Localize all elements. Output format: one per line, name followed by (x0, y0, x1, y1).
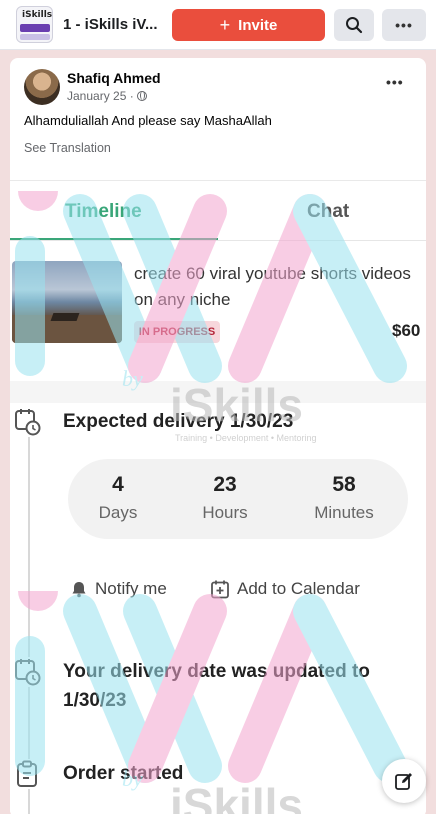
globe-icon (136, 91, 147, 101)
post-card: Shafiq Ahmed January 25 · ••• Alhamdulia… (10, 58, 426, 814)
clipboard-icon (14, 759, 42, 789)
section-divider (10, 381, 426, 403)
invite-label: Invite (238, 16, 278, 34)
timeline-line (28, 421, 30, 814)
countdown-minutes-label: Minutes (314, 503, 374, 522)
countdown-minutes: 58 Minutes (304, 473, 384, 523)
timeline-expected-delivery: Expected delivery 1/30/23 (63, 411, 294, 432)
countdown-days-label: Days (98, 503, 138, 522)
app-tabs: Timeline Chat (10, 181, 426, 241)
tab-timeline: Timeline (65, 201, 142, 222)
tabs-divider (10, 240, 426, 241)
countdown-hours: 23 Hours (185, 473, 265, 523)
plus-icon: + (219, 15, 231, 35)
watermark-brand: iSkills (170, 779, 303, 814)
post-author[interactable]: Shafiq Ahmed (67, 70, 161, 86)
post-image[interactable]: Timeline Chat create 60 viral youtube sh… (10, 180, 426, 814)
group-thumbnail-text: iSkills (22, 10, 53, 20)
see-translation-link[interactable]: See Translation (24, 141, 111, 155)
group-thumbnail-band-light (20, 34, 50, 40)
post-text: Alhamduliallah And please say MashaAllah (24, 113, 272, 128)
more-dots-icon: ••• (395, 17, 413, 33)
group-thumbnail-band (20, 24, 50, 32)
top-bar: iSkills 1 - iSkills iV... + Invite ••• (0, 0, 436, 50)
countdown-days: 4 Days (78, 473, 158, 523)
more-button[interactable]: ••• (382, 9, 426, 41)
post-date-text[interactable]: January 25 · (67, 89, 134, 103)
bell-icon (72, 582, 86, 598)
search-icon (346, 17, 363, 34)
invite-button[interactable]: + Invite (172, 9, 325, 41)
order-title: create 60 viral youtube shorts videos on… (134, 264, 411, 309)
countdown-hours-label: Hours (202, 503, 248, 522)
calendar-plus-icon (211, 580, 229, 599)
countdown-minutes-value: 58 (332, 473, 356, 496)
timeline-delivery-updated: Your delivery date was updated to 1/30/2… (63, 661, 370, 711)
group-title[interactable]: 1 - iSkills iV... (63, 16, 158, 33)
tab-chat: Chat (307, 201, 350, 222)
calendar-clock-icon (14, 657, 42, 687)
post-date: January 25 · (67, 89, 147, 103)
countdown-days-value: 4 (112, 473, 124, 496)
countdown: 4 Days 23 Hours 58 Minutes (68, 459, 408, 539)
status-badge: IN PROGRESS (134, 321, 220, 343)
post-more-icon[interactable]: ••• (386, 74, 404, 90)
timeline-order-started: Order started (63, 763, 184, 784)
notify-me-action: Notify me (70, 579, 167, 599)
order-price: $60 (392, 321, 421, 340)
notify-me-label: Notify me (95, 579, 167, 598)
add-to-calendar-action: Add to Calendar (210, 579, 360, 599)
calendar-clock-icon (14, 407, 42, 437)
search-button[interactable] (334, 9, 374, 41)
order-thumbnail (12, 261, 122, 343)
compose-icon (395, 773, 412, 790)
countdown-hours-value: 23 (213, 473, 237, 496)
thumbnail-chair (50, 313, 80, 321)
avatar[interactable] (24, 69, 60, 105)
add-to-calendar-label: Add to Calendar (237, 579, 360, 598)
compose-button[interactable] (382, 759, 426, 803)
group-thumbnail[interactable]: iSkills (16, 6, 53, 43)
